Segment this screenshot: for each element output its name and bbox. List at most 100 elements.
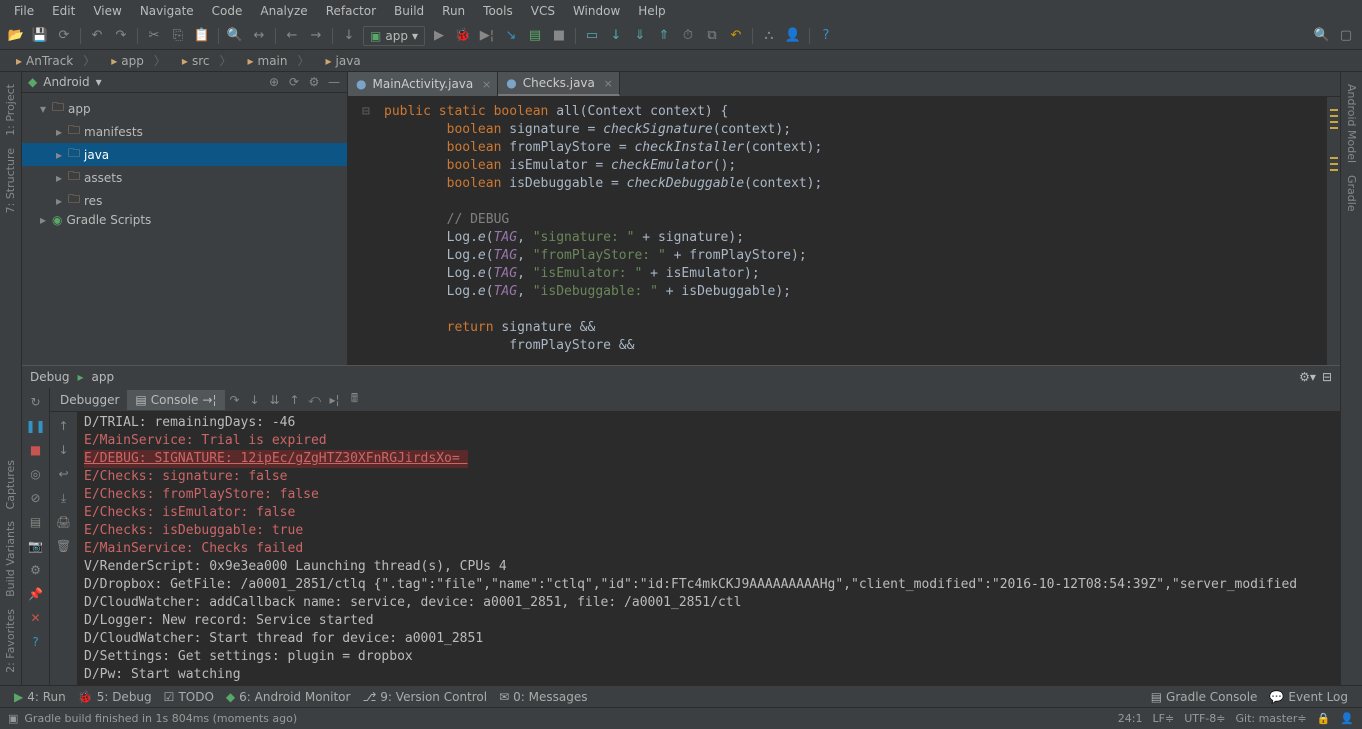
settings-button[interactable]: ⚙ [26,560,46,580]
open-button[interactable]: 📂 [6,26,26,46]
tab-gradle[interactable]: Gradle [1345,169,1358,218]
print-button[interactable]: 🖨 [54,512,74,532]
menu-navigate[interactable]: Navigate [132,2,202,20]
bb-todo[interactable]: ☑TODO [158,690,220,704]
warning-mark[interactable] [1330,127,1338,129]
status-position[interactable]: 24:1 [1118,712,1143,725]
wrap-button[interactable]: ↩ [54,464,74,484]
copy-button[interactable]: ⎘ [168,26,188,46]
run-button[interactable]: ▶ [429,26,449,46]
cut-button[interactable]: ✂ [144,26,164,46]
find-button[interactable]: 🔍 [225,26,245,46]
tab-structure[interactable]: 7: Structure [4,142,17,219]
tab-favorites[interactable]: 2: Favorites [4,603,17,679]
close-icon[interactable]: ✕ [26,608,46,628]
redo-button[interactable]: ↷ [111,26,131,46]
clear-button[interactable]: 🗑 [54,536,74,556]
user-button[interactable]: ▢ [1336,26,1356,46]
tree-app[interactable]: ▾🗀app [22,97,347,120]
warning-mark[interactable] [1330,109,1338,111]
warning-mark[interactable] [1330,121,1338,123]
tab-build-variants[interactable]: Build Variants [4,515,17,603]
drop-frame-button[interactable]: ⤺ [305,390,325,410]
menu-file[interactable]: File [6,2,42,20]
run-config-selector[interactable]: ▣ app ▾ [363,26,425,46]
gear-icon[interactable]: ⚙ [307,75,321,89]
force-step-into-button[interactable]: ⇊ [265,390,285,410]
tab-mainactivity[interactable]: ● MainActivity.java × [348,72,498,96]
close-tab-icon[interactable]: × [482,78,491,91]
crumb-java[interactable]: ▸java [318,52,379,70]
menu-refactor[interactable]: Refactor [318,2,384,20]
search-everywhere-button[interactable]: 🔍 [1312,26,1332,46]
tree-manifests[interactable]: ▸🗀manifests [22,120,347,143]
tree-gradle-scripts[interactable]: ▸◉Gradle Scripts [22,212,347,228]
warning-mark[interactable] [1330,157,1338,159]
tab-captures[interactable]: Captures [4,454,17,515]
settings-button[interactable]: 👤 [783,26,803,46]
menu-edit[interactable]: Edit [44,2,83,20]
bb-android-monitor[interactable]: ◆6: Android Monitor [220,690,357,704]
attach-button[interactable]: ↘ [501,26,521,46]
forward-button[interactable]: → [306,26,326,46]
up-button[interactable]: ↑ [54,416,74,436]
rerun-button[interactable]: ↻ [26,392,46,412]
debug-button[interactable]: 🐞 [453,26,473,46]
lock-icon[interactable]: 🔒 [1317,712,1331,725]
avd-button[interactable]: ▭ [582,26,602,46]
warning-mark[interactable] [1330,163,1338,165]
menu-run[interactable]: Run [434,2,473,20]
console-output[interactable]: D/TRIAL: remainingDays: -46E/MainService… [78,412,1340,685]
step-over-button[interactable]: ↷ [225,390,245,410]
project-selector[interactable]: Android [43,75,89,89]
tab-console[interactable]: ▤Console→¦ [127,390,224,410]
toggle-tool-windows-icon[interactable]: ▣ [8,712,18,725]
warning-mark[interactable] [1330,115,1338,117]
run-to-cursor-button[interactable]: ▸¦ [325,390,345,410]
menu-build[interactable]: Build [386,2,432,20]
bb-debug[interactable]: 🐞5: Debug [72,690,158,704]
menu-vcs[interactable]: VCS [523,2,563,20]
stop-button[interactable]: ■ [549,26,569,46]
undo-button[interactable]: ↶ [87,26,107,46]
status-line-ending[interactable]: LF≑ [1153,712,1175,725]
menu-view[interactable]: View [85,2,129,20]
menu-window[interactable]: Window [565,2,628,20]
tree-assets[interactable]: ▸🗀assets [22,166,347,189]
refresh-button[interactable]: ⟳ [54,26,74,46]
menu-analyze[interactable]: Analyze [252,2,315,20]
bb-version-control[interactable]: ⎇9: Version Control [356,690,493,704]
replace-button[interactable]: ↔ [249,26,269,46]
fold-icon[interactable]: ⊟ [362,103,370,121]
collapse-icon[interactable]: ⊕ [267,75,281,89]
layout-button[interactable]: ▤ [26,512,46,532]
pin-button[interactable]: 📌 [26,584,46,604]
scroll-end-button[interactable]: ⤓ [54,488,74,508]
vcs-history-button[interactable]: ⏱ [678,26,698,46]
pause-button[interactable]: ❚❚ [26,416,46,436]
tab-project[interactable]: 1: Project [4,78,17,142]
tab-debugger[interactable]: Debugger [52,390,127,410]
status-encoding[interactable]: UTF-8≑ [1184,712,1225,725]
vcs-commit-button[interactable]: ⇑ [654,26,674,46]
camera-button[interactable]: 📷 [26,536,46,556]
evaluate-button[interactable]: 🖩 [345,390,365,410]
step-out-button[interactable]: ↑ [285,390,305,410]
tree-java[interactable]: ▸🗀java [22,143,347,166]
crumb-app[interactable]: ▸app [103,50,174,71]
step-into-button[interactable]: ↓ [245,390,265,410]
breakpoints-button[interactable]: ◎ [26,464,46,484]
menu-tools[interactable]: Tools [475,2,521,20]
save-button[interactable]: 💾 [30,26,50,46]
warning-mark[interactable] [1330,169,1338,171]
help-button[interactable]: ? [816,26,836,46]
down-button[interactable]: ↓ [54,440,74,460]
vcs-update-button[interactable]: ⇓ [630,26,650,46]
crumb-antrack[interactable]: ▸AnTrack [8,50,103,71]
help-button[interactable]: ? [26,632,46,652]
back-button[interactable]: ← [282,26,302,46]
mute-button[interactable]: ⊘ [26,488,46,508]
close-tab-icon[interactable]: × [604,77,613,90]
vcs-diff-button[interactable]: ⧉ [702,26,722,46]
hide-icon[interactable]: ⊟ [1322,370,1332,384]
